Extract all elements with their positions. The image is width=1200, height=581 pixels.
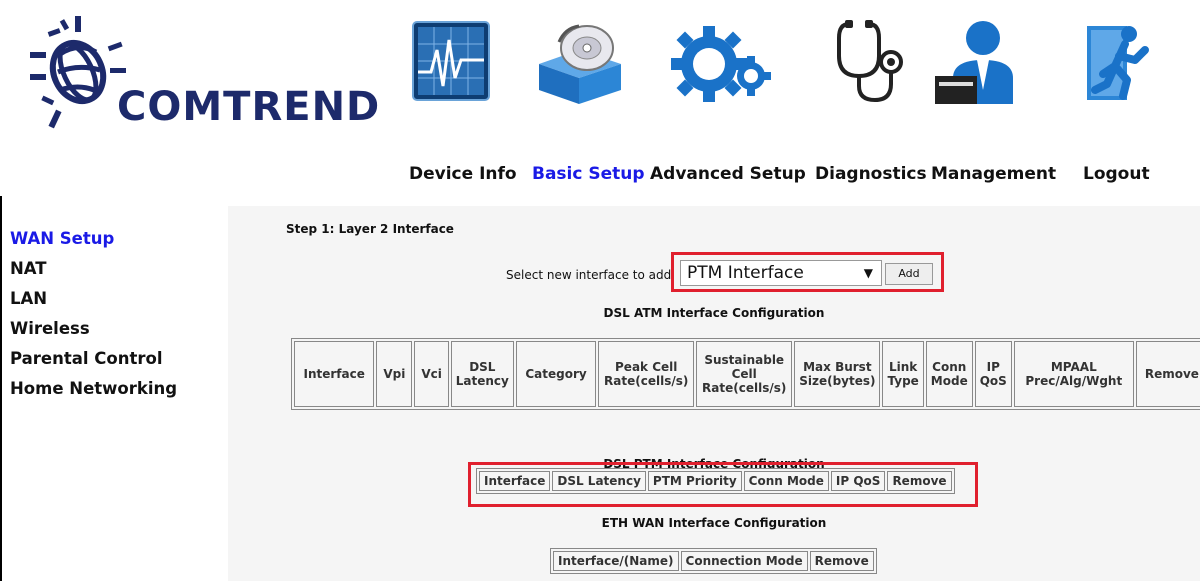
- basic-setup-icon[interactable]: [529, 20, 629, 108]
- table-header-row: Interface/(Name) Connection Mode Remove: [553, 551, 874, 571]
- atm-col-category: Category: [515, 341, 597, 407]
- sidebar-item-wan-setup[interactable]: WAN Setup: [10, 224, 220, 254]
- atm-col-ip-qos: IP QoS: [974, 341, 1012, 407]
- ptm-col-dsl-latency: DSL Latency: [552, 471, 646, 491]
- eth-col-remove: Remove: [809, 551, 874, 571]
- ptm-col-ptm-priority: PTM Priority: [647, 471, 742, 491]
- diagnostics-icon[interactable]: [819, 20, 909, 108]
- nav-diagnostics[interactable]: Diagnostics: [815, 164, 927, 184]
- sidebar-item-parental-control[interactable]: Parental Control: [10, 344, 220, 374]
- atm-col-mpaal: MPAAL Prec/Alg/Wght: [1013, 341, 1134, 407]
- sidebar-item-home-networking[interactable]: Home Networking: [10, 374, 220, 404]
- interface-select-value: PTM Interface: [687, 263, 804, 283]
- atm-interface-table: Interface Vpi Vci DSL Latency Category P…: [291, 338, 1200, 410]
- nav-advanced-setup[interactable]: Advanced Setup: [650, 164, 806, 184]
- nav-management[interactable]: Management: [931, 164, 1056, 184]
- sidebar-item-lan[interactable]: LAN: [10, 284, 220, 314]
- header: COMTREND Device Info Basic Setup Advance…: [0, 0, 1200, 196]
- ptm-col-conn-mode: Conn Mode: [743, 471, 829, 491]
- ptm-interface-table: Interface DSL Latency PTM Priority Conn …: [476, 468, 955, 494]
- eth-col-connection-mode: Connection Mode: [680, 551, 808, 571]
- nav-logout[interactable]: Logout: [1083, 164, 1150, 184]
- interface-select[interactable]: PTM Interface ▼: [680, 260, 882, 286]
- sidebar-item-wireless[interactable]: Wireless: [10, 314, 220, 344]
- sidebar-item-nat[interactable]: NAT: [10, 254, 220, 284]
- ptm-col-remove: Remove: [887, 471, 952, 491]
- atm-col-vpi: Vpi: [376, 341, 413, 407]
- eth-col-interface-name: Interface/(Name): [553, 551, 679, 571]
- add-button[interactable]: Add: [885, 263, 933, 285]
- atm-col-interface: Interface: [294, 341, 375, 407]
- atm-col-link-type: Link Type: [882, 341, 924, 407]
- atm-col-sustainable-cell-rate: Sustainable Cell Rate(cells/s): [696, 341, 793, 407]
- atm-col-max-burst-size: Max Burst Size(bytes): [794, 341, 881, 407]
- interface-select-row: Select new interface to add: PTM Interfa…: [228, 252, 1200, 292]
- brand-name: COMTREND: [117, 84, 381, 130]
- select-label: Select new interface to add:: [506, 268, 676, 282]
- atm-col-peak-cell-rate: Peak Cell Rate(cells/s): [598, 341, 695, 407]
- table-header-row: Interface Vpi Vci DSL Latency Category P…: [294, 341, 1200, 407]
- step-title: Step 1: Layer 2 Interface: [286, 222, 454, 236]
- atm-section-title: DSL ATM Interface Configuration: [603, 306, 825, 320]
- ptm-col-interface: Interface: [479, 471, 551, 491]
- logout-icon[interactable]: [1079, 20, 1159, 108]
- advanced-setup-icon[interactable]: [671, 20, 771, 108]
- atm-col-dsl-latency: DSL Latency: [450, 341, 514, 407]
- eth-interface-table: Interface/(Name) Connection Mode Remove: [550, 548, 877, 574]
- ptm-col-ip-qos: IP QoS: [830, 471, 886, 491]
- atm-col-vci: Vci: [414, 341, 449, 407]
- atm-col-remove: Remove: [1135, 341, 1200, 407]
- top-nav: Device Info Basic Setup Advanced Setup D…: [409, 20, 1189, 184]
- eth-section-title: ETH WAN Interface Configuration: [601, 516, 827, 530]
- nav-device-info[interactable]: Device Info: [409, 164, 517, 184]
- management-icon[interactable]: [931, 20, 1021, 108]
- table-header-row: Interface DSL Latency PTM Priority Conn …: [479, 471, 952, 491]
- sidebar: WAN Setup NAT LAN Wireless Parental Cont…: [10, 224, 220, 404]
- atm-col-conn-mode: Conn Mode: [925, 341, 973, 407]
- chevron-down-icon: ▼: [863, 266, 873, 280]
- device-info-icon[interactable]: [409, 20, 495, 108]
- nav-basic-setup[interactable]: Basic Setup: [532, 164, 645, 184]
- main-content: Step 1: Layer 2 Interface Select new int…: [228, 206, 1200, 581]
